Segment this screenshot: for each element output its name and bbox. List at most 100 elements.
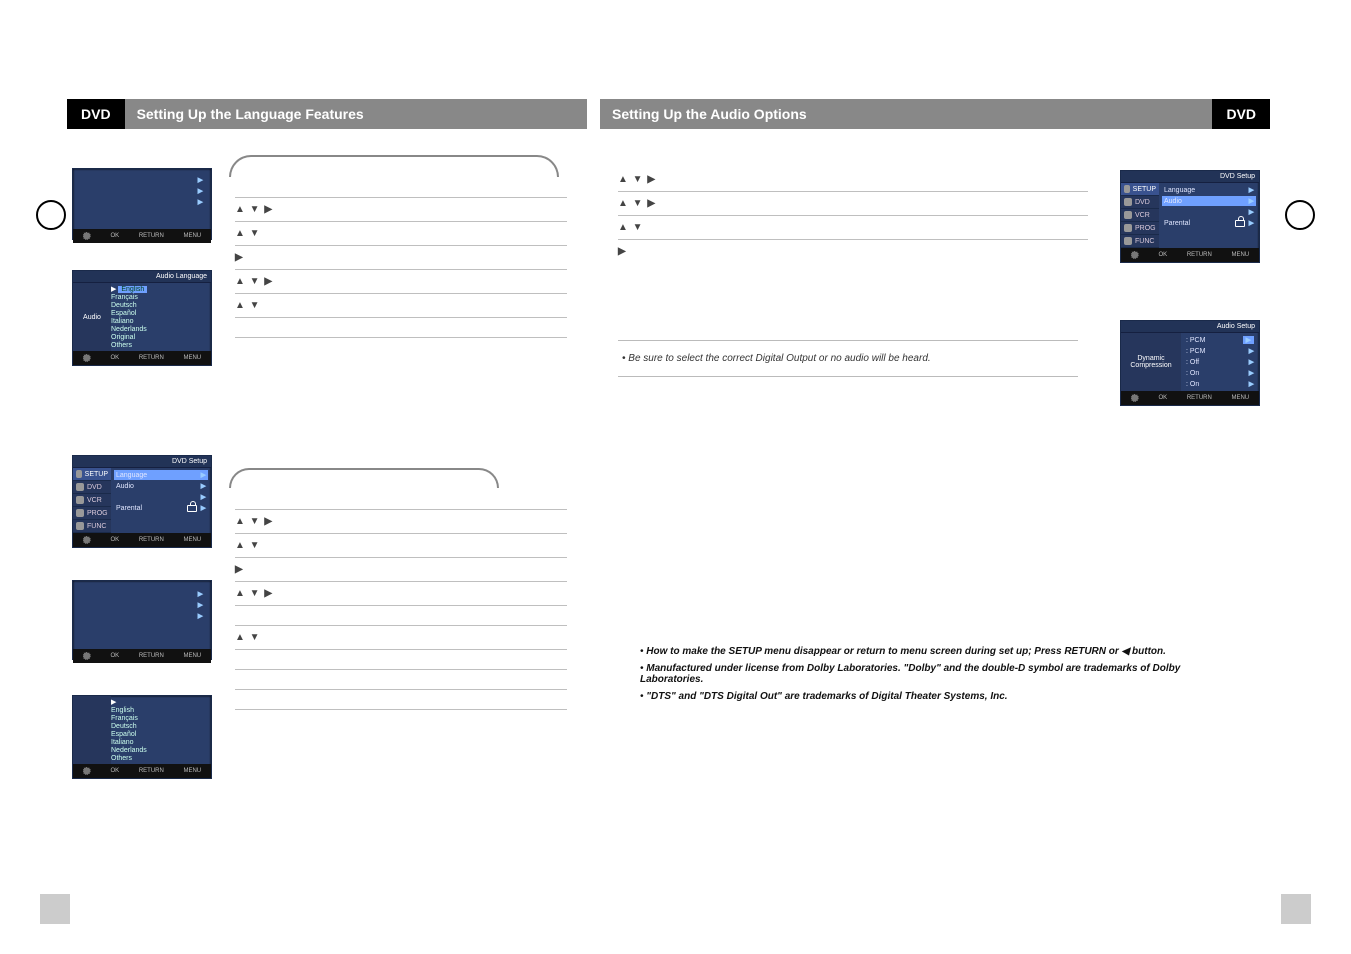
gear-icon bbox=[83, 232, 91, 240]
osd-footer-menu: MENU bbox=[183, 768, 201, 774]
osd-footer-return: RETURN bbox=[139, 355, 164, 361]
list-item: Español bbox=[111, 310, 208, 317]
osd-footer-menu: MENU bbox=[183, 653, 201, 659]
osd-footer-ok: OK bbox=[110, 537, 119, 543]
lock-icon bbox=[187, 505, 197, 512]
osd-footer-ok: OK bbox=[1158, 252, 1167, 258]
gear-icon bbox=[83, 354, 91, 362]
step-line: ▶ bbox=[235, 558, 567, 582]
osd-row: : On▶ bbox=[1184, 368, 1256, 378]
punch-hole-left bbox=[36, 200, 66, 230]
gear-icon bbox=[1124, 185, 1130, 193]
gear-icon bbox=[1131, 251, 1139, 259]
osd-footer-ok: OK bbox=[110, 768, 119, 774]
caret-right-icon: ▶ bbox=[111, 286, 116, 293]
osd-panel-audio-setup: Audio Setup Dynamic Compression : PCM▶ :… bbox=[1120, 320, 1260, 406]
osd-footer-return: RETURN bbox=[139, 233, 164, 239]
step-line: ▲ ▼ bbox=[235, 626, 567, 650]
gear-icon bbox=[83, 652, 91, 660]
osd-left-label: Dynamic Compression bbox=[1125, 355, 1177, 369]
list-item: Others bbox=[111, 342, 208, 349]
osd-footer-ok: OK bbox=[110, 653, 119, 659]
list-item: Deutsch bbox=[111, 302, 208, 309]
osd-title: DVD Setup bbox=[73, 456, 211, 468]
list-item: Original bbox=[111, 334, 208, 341]
section-bracket-top bbox=[229, 155, 559, 177]
header-left: DVD Setting Up the Language Features bbox=[67, 99, 587, 129]
osd-tab-vcr: VCR bbox=[1121, 209, 1159, 222]
list-item: Italiano bbox=[111, 318, 208, 325]
page-marker-left bbox=[40, 894, 70, 924]
list-item: Español bbox=[111, 731, 208, 738]
osd-language-list: ▶ English Français Deutsch Español Itali… bbox=[111, 696, 211, 764]
clock-icon bbox=[1124, 224, 1132, 232]
step-line: ▲ ▼ ▶ bbox=[618, 168, 1088, 192]
osd-row: : PCM▶ bbox=[1184, 346, 1256, 356]
list-item: Italiano bbox=[111, 739, 208, 746]
osd-row: ▶ bbox=[79, 589, 205, 599]
osd-footer-return: RETURN bbox=[139, 653, 164, 659]
osd-footer-ok: OK bbox=[1158, 395, 1167, 401]
osd-footer-return: RETURN bbox=[1187, 395, 1212, 401]
step-line: ▶ bbox=[618, 240, 1088, 263]
osd-tab-func: FUNC bbox=[1121, 235, 1159, 248]
gear-icon bbox=[83, 767, 91, 775]
step-line: ▲ ▼ bbox=[235, 534, 567, 558]
osd-title: DVD Setup bbox=[1121, 171, 1259, 183]
list-item: Français bbox=[111, 294, 208, 301]
osd-row: : Off▶ bbox=[1184, 357, 1256, 367]
header-right: Setting Up the Audio Options DVD bbox=[600, 99, 1270, 129]
step-line bbox=[235, 670, 567, 690]
osd-panel-dvd-setup: DVD Setup SETUP DVD VCR PROG FUNC Langua… bbox=[72, 455, 212, 548]
step-line: ▲ ▼ ▶ bbox=[235, 582, 567, 606]
osd-footer-ok: OK bbox=[110, 233, 119, 239]
osd-tab-prog: PROG bbox=[1121, 222, 1159, 235]
list-item: Français bbox=[111, 715, 208, 722]
page-marker-right bbox=[1281, 894, 1311, 924]
list-item: Deutsch bbox=[111, 723, 208, 730]
osd-tab-setup: SETUP bbox=[73, 468, 111, 481]
osd-panel-simple-1: ▶ ▶ ▶ OK RETURN MENU bbox=[72, 168, 212, 240]
osd-tab-dvd: DVD bbox=[73, 481, 111, 494]
gear-icon bbox=[76, 470, 82, 478]
gear-icon bbox=[1131, 394, 1139, 402]
osd-title: Audio Setup bbox=[1121, 321, 1259, 333]
dvd-chip-right: DVD bbox=[1212, 99, 1270, 129]
step-line: ▲ ▼ ▶ bbox=[618, 192, 1088, 216]
step-line: ▲ ▼ ▶ bbox=[235, 270, 567, 294]
step-line bbox=[235, 606, 567, 626]
osd-row: ▶ bbox=[79, 600, 205, 610]
osd-row: Language▶ bbox=[1162, 185, 1256, 195]
osd-footer-return: RETURN bbox=[1187, 252, 1212, 258]
osd-footer-menu: MENU bbox=[1231, 395, 1249, 401]
func-icon bbox=[76, 522, 84, 530]
osd-row: Audio▶ bbox=[1162, 196, 1256, 206]
disc-icon bbox=[76, 483, 84, 491]
lock-icon bbox=[1235, 220, 1245, 227]
step-line: ▲ ▼ bbox=[235, 222, 567, 246]
step-line: ▶ bbox=[235, 246, 567, 270]
osd-panel-dvd-setup-right: DVD Setup SETUP DVD VCR PROG FUNC Langua… bbox=[1120, 170, 1260, 263]
header-title-right: Setting Up the Audio Options bbox=[600, 99, 1212, 129]
osd-footer-ok: OK bbox=[110, 355, 119, 361]
step-line: ▲ ▼ ▶ bbox=[235, 198, 567, 222]
osd-footer: OK RETURN MENU bbox=[73, 764, 211, 778]
step-line bbox=[235, 318, 567, 338]
osd-row: ▶ bbox=[79, 611, 205, 621]
osd-row: Parental▶ bbox=[1162, 218, 1256, 228]
osd-footer: OK RETURN MENU bbox=[73, 649, 211, 663]
osd-footer-return: RETURN bbox=[139, 768, 164, 774]
osd-panel-language-list-2: ▶ English Français Deutsch Español Itali… bbox=[72, 695, 212, 779]
caret-right-icon: ▶ bbox=[111, 699, 116, 706]
osd-row: ▶ bbox=[79, 197, 205, 207]
osd-footer-return: RETURN bbox=[139, 537, 164, 543]
step-line bbox=[235, 338, 567, 358]
steps-block-left-bottom: ▲ ▼ ▶ ▲ ▼ ▶ ▲ ▼ ▶ ▲ ▼ bbox=[235, 490, 567, 730]
tape-icon bbox=[1124, 211, 1132, 219]
disc-icon bbox=[1124, 198, 1132, 206]
step-line bbox=[235, 650, 567, 670]
osd-title: Audio Language bbox=[73, 271, 211, 283]
osd-footer-menu: MENU bbox=[183, 233, 201, 239]
footer-bullets: • How to make the SETUP menu disappear o… bbox=[640, 640, 1200, 708]
osd-footer-menu: MENU bbox=[1231, 252, 1249, 258]
